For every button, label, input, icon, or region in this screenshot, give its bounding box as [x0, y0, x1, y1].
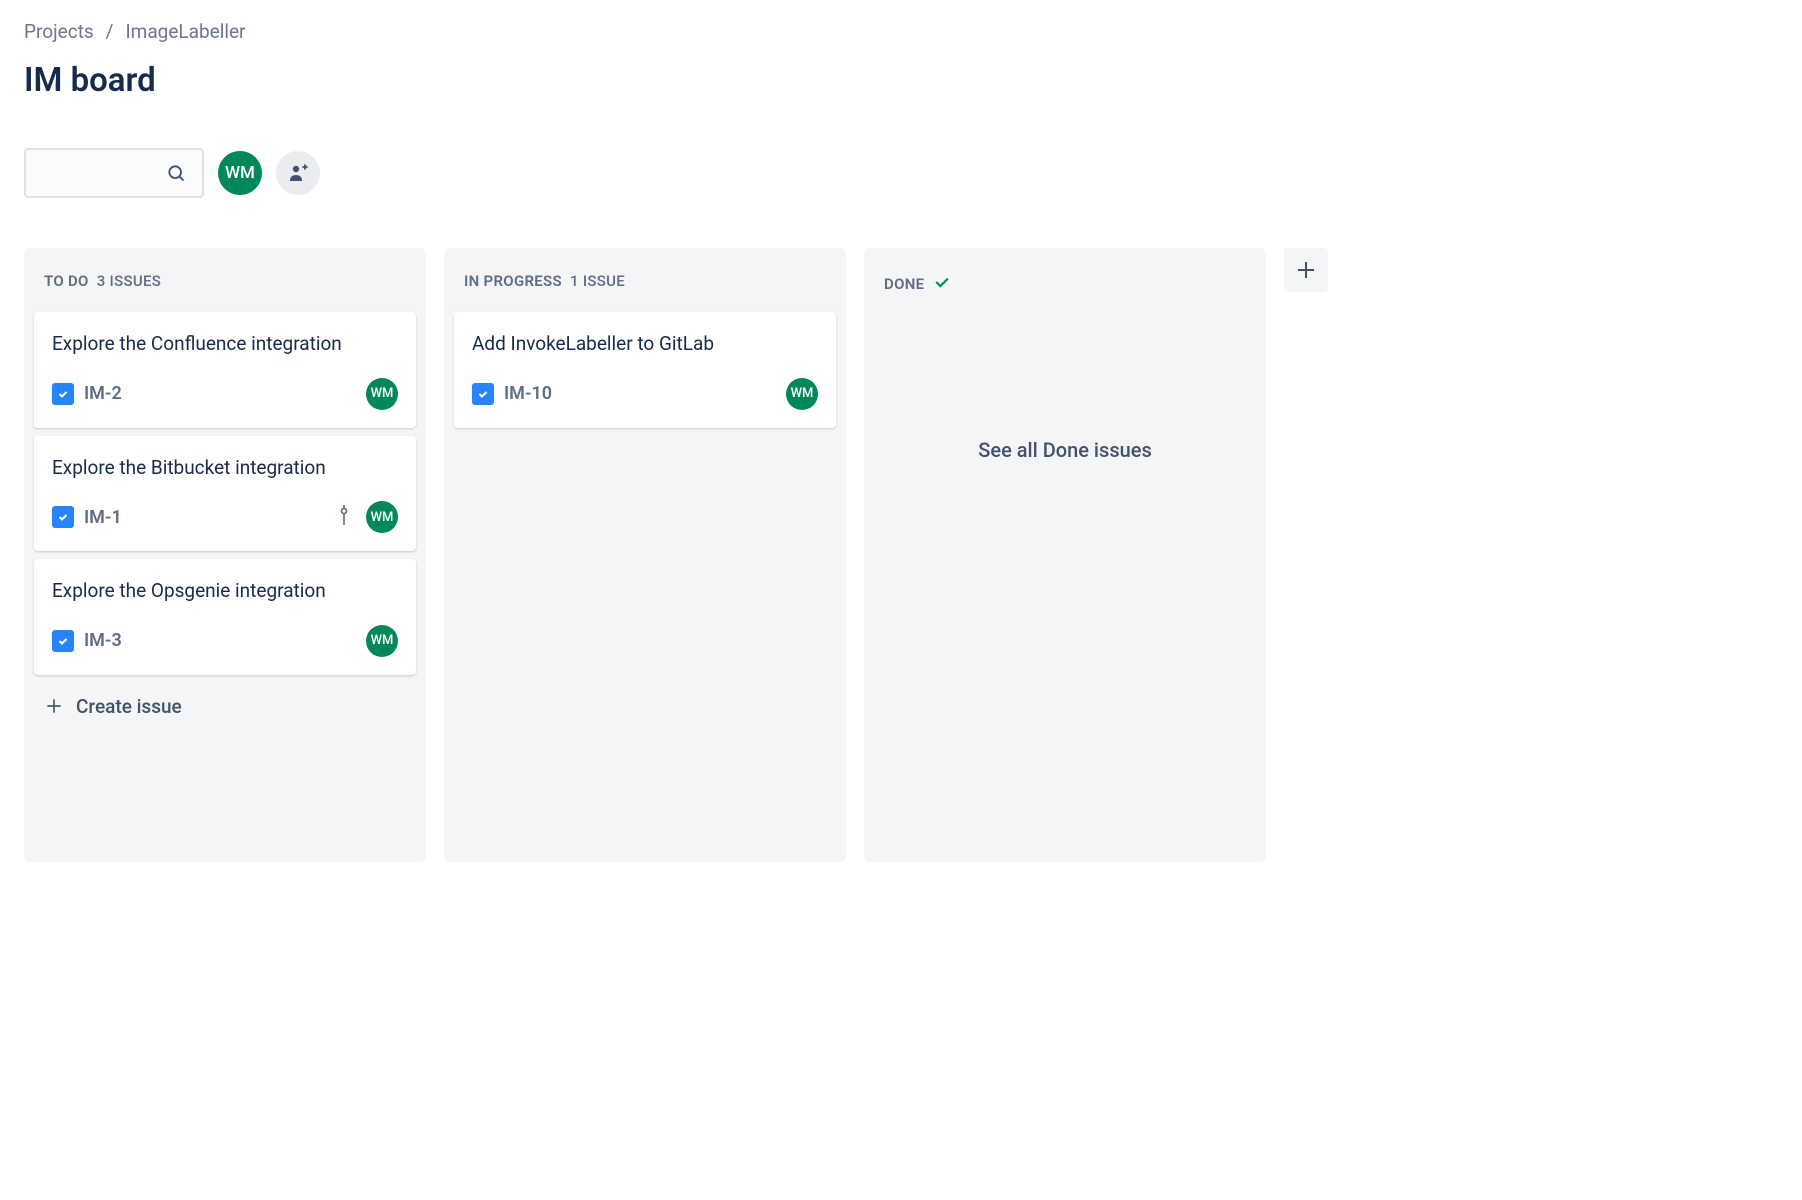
column-count: 3 ISSUES	[97, 272, 161, 290]
issue-card[interactable]: Explore the Opsgenie integration IM-3 WM	[34, 559, 416, 675]
issue-title: Explore the Opsgenie integration	[52, 577, 398, 605]
person-plus-icon	[286, 161, 310, 185]
assignee-avatar[interactable]: WM	[786, 378, 818, 410]
column-todo: TO DO 3 ISSUES Explore the Confluence in…	[24, 248, 426, 862]
assignee-avatar[interactable]: WM	[366, 625, 398, 657]
search-icon	[166, 163, 186, 183]
column-header[interactable]: IN PROGRESS 1 ISSUE	[454, 264, 836, 312]
breadcrumb-separator: /	[106, 20, 114, 43]
search-input[interactable]	[24, 148, 204, 198]
issue-title: Explore the Bitbucket integration	[52, 454, 398, 482]
task-type-icon	[472, 383, 494, 405]
user-avatar[interactable]: WM	[218, 151, 262, 195]
assignee-avatar[interactable]: WM	[366, 378, 398, 410]
breadcrumb: Projects / ImageLabeller	[24, 20, 1778, 43]
add-people-button[interactable]	[276, 151, 320, 195]
breadcrumb-root[interactable]: Projects	[24, 20, 94, 43]
plus-icon	[44, 696, 64, 716]
page-title: IM board	[24, 61, 1778, 100]
priority-icon	[336, 505, 352, 529]
create-issue-button[interactable]: Create issue	[34, 683, 416, 730]
task-type-icon	[52, 630, 74, 652]
assignee-avatar[interactable]: WM	[366, 501, 398, 533]
column-count: 1 ISSUE	[570, 272, 625, 290]
issue-card[interactable]: Explore the Confluence integration IM-2 …	[34, 312, 416, 428]
issue-key: IM-2	[84, 383, 122, 404]
add-column-button[interactable]	[1284, 248, 1328, 292]
column-header[interactable]: TO DO 3 ISSUES	[34, 264, 416, 312]
issue-key: IM-3	[84, 630, 122, 651]
column-name: DONE	[884, 275, 924, 293]
issue-card[interactable]: Add InvokeLabeller to GitLab IM-10 WM	[454, 312, 836, 428]
issue-card[interactable]: Explore the Bitbucket integration IM-1 W…	[34, 436, 416, 552]
task-type-icon	[52, 506, 74, 528]
issue-key: IM-10	[504, 383, 552, 404]
plus-icon	[1294, 258, 1318, 282]
column-name: TO DO	[44, 272, 89, 290]
kanban-board: TO DO 3 ISSUES Explore the Confluence in…	[24, 248, 1778, 862]
column-name: IN PROGRESS	[464, 272, 562, 290]
column-done: DONE See all Done issues	[864, 248, 1266, 862]
task-type-icon	[52, 383, 74, 405]
see-all-done-link[interactable]: See all Done issues	[874, 318, 1256, 472]
column-in-progress: IN PROGRESS 1 ISSUE Add InvokeLabeller t…	[444, 248, 846, 862]
issue-title: Add InvokeLabeller to GitLab	[472, 330, 818, 358]
column-header[interactable]: DONE	[874, 264, 1256, 318]
check-icon	[932, 272, 952, 296]
issue-title: Explore the Confluence integration	[52, 330, 398, 358]
create-issue-label: Create issue	[76, 695, 182, 718]
toolbar: WM	[24, 148, 1778, 198]
issue-key: IM-1	[84, 507, 122, 528]
breadcrumb-project[interactable]: ImageLabeller	[126, 20, 246, 43]
